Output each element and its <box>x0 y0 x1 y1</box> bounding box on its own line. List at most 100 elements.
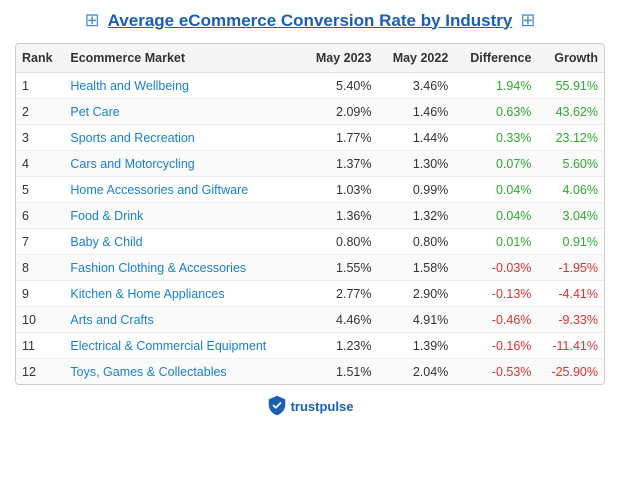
cell-may2023: 1.03% <box>301 177 378 203</box>
cell-difference: -0.16% <box>454 333 537 359</box>
cell-rank: 5 <box>16 177 64 203</box>
cell-market: Health and Wellbeing <box>64 73 300 99</box>
cell-rank: 8 <box>16 255 64 281</box>
cell-may2023: 1.37% <box>301 151 378 177</box>
market-link[interactable]: Toys, Games & Collectables <box>70 365 226 379</box>
shield-icon <box>267 395 287 417</box>
market-link[interactable]: Food & Drink <box>70 209 143 223</box>
cell-growth: -1.95% <box>537 255 604 281</box>
table-row: 3 Sports and Recreation 1.77% 1.44% 0.33… <box>16 125 604 151</box>
cell-market: Arts and Crafts <box>64 307 300 333</box>
col-growth: Growth <box>537 44 604 73</box>
table-row: 7 Baby & Child 0.80% 0.80% 0.01% 0.91% <box>16 229 604 255</box>
table-header-row: Rank Ecommerce Market May 2023 May 2022 … <box>16 44 604 73</box>
cell-may2022: 1.32% <box>377 203 454 229</box>
cell-may2023: 4.46% <box>301 307 378 333</box>
cell-market: Food & Drink <box>64 203 300 229</box>
cell-may2022: 4.91% <box>377 307 454 333</box>
cell-difference: 0.04% <box>454 177 537 203</box>
col-difference: Difference <box>454 44 537 73</box>
cell-may2022: 1.58% <box>377 255 454 281</box>
cell-may2023: 1.36% <box>301 203 378 229</box>
cell-may2022: 2.90% <box>377 281 454 307</box>
cell-may2022: 3.46% <box>377 73 454 99</box>
cell-difference: -0.46% <box>454 307 537 333</box>
cell-rank: 11 <box>16 333 64 359</box>
table-row: 10 Arts and Crafts 4.46% 4.91% -0.46% -9… <box>16 307 604 333</box>
cell-rank: 9 <box>16 281 64 307</box>
market-link[interactable]: Arts and Crafts <box>70 313 153 327</box>
cell-growth: -9.33% <box>537 307 604 333</box>
cell-may2023: 2.77% <box>301 281 378 307</box>
table-row: 4 Cars and Motorcycling 1.37% 1.30% 0.07… <box>16 151 604 177</box>
cell-growth: 0.91% <box>537 229 604 255</box>
cell-market: Toys, Games & Collectables <box>64 359 300 385</box>
cell-may2022: 2.04% <box>377 359 454 385</box>
brand-name: trustpulse <box>291 399 354 414</box>
cell-rank: 10 <box>16 307 64 333</box>
market-link[interactable]: Cars and Motorcycling <box>70 157 194 171</box>
cell-may2023: 0.80% <box>301 229 378 255</box>
cell-market: Kitchen & Home Appliances <box>64 281 300 307</box>
cell-may2023: 1.51% <box>301 359 378 385</box>
market-link[interactable]: Health and Wellbeing <box>70 79 189 93</box>
cell-may2022: 0.80% <box>377 229 454 255</box>
cell-may2022: 1.39% <box>377 333 454 359</box>
table-row: 12 Toys, Games & Collectables 1.51% 2.04… <box>16 359 604 385</box>
table-row: 9 Kitchen & Home Appliances 2.77% 2.90% … <box>16 281 604 307</box>
col-may2023: May 2023 <box>301 44 378 73</box>
cell-difference: 0.07% <box>454 151 537 177</box>
cell-difference: 0.63% <box>454 99 537 125</box>
cell-difference: -0.53% <box>454 359 537 385</box>
market-link[interactable]: Baby & Child <box>70 235 142 249</box>
cell-rank: 2 <box>16 99 64 125</box>
market-link[interactable]: Kitchen & Home Appliances <box>70 287 224 301</box>
cell-growth: 3.04% <box>537 203 604 229</box>
cell-rank: 12 <box>16 359 64 385</box>
page-title: Average eCommerce Conversion Rate by Ind… <box>108 11 513 31</box>
table-container: Rank Ecommerce Market May 2023 May 2022 … <box>15 43 605 385</box>
cell-may2023: 5.40% <box>301 73 378 99</box>
col-rank: Rank <box>16 44 64 73</box>
cell-rank: 1 <box>16 73 64 99</box>
cell-difference: 1.94% <box>454 73 537 99</box>
cell-may2022: 0.99% <box>377 177 454 203</box>
col-may2022: May 2022 <box>377 44 454 73</box>
table-row: 5 Home Accessories and Giftware 1.03% 0.… <box>16 177 604 203</box>
cell-market: Baby & Child <box>64 229 300 255</box>
cell-market: Home Accessories and Giftware <box>64 177 300 203</box>
cell-growth: -4.41% <box>537 281 604 307</box>
table-row: 2 Pet Care 2.09% 1.46% 0.63% 43.62% <box>16 99 604 125</box>
cell-growth: -11.41% <box>537 333 604 359</box>
cell-difference: -0.13% <box>454 281 537 307</box>
cell-growth: -25.90% <box>537 359 604 385</box>
cell-growth: 55.91% <box>537 73 604 99</box>
cell-market: Sports and Recreation <box>64 125 300 151</box>
market-link[interactable]: Fashion Clothing & Accessories <box>70 261 246 275</box>
cell-may2022: 1.44% <box>377 125 454 151</box>
cell-rank: 6 <box>16 203 64 229</box>
market-link[interactable]: Pet Care <box>70 105 119 119</box>
market-link[interactable]: Electrical & Commercial Equipment <box>70 339 266 353</box>
table-row: 6 Food & Drink 1.36% 1.32% 0.04% 3.04% <box>16 203 604 229</box>
cell-difference: 0.01% <box>454 229 537 255</box>
cell-may2023: 1.77% <box>301 125 378 151</box>
cell-growth: 23.12% <box>537 125 604 151</box>
title-container: ⊞ Average eCommerce Conversion Rate by I… <box>15 10 605 31</box>
table-row: 8 Fashion Clothing & Accessories 1.55% 1… <box>16 255 604 281</box>
cell-rank: 3 <box>16 125 64 151</box>
cell-rank: 7 <box>16 229 64 255</box>
cell-rank: 4 <box>16 151 64 177</box>
market-link[interactable]: Sports and Recreation <box>70 131 194 145</box>
cell-market: Cars and Motorcycling <box>64 151 300 177</box>
cell-may2022: 1.30% <box>377 151 454 177</box>
market-link[interactable]: Home Accessories and Giftware <box>70 183 248 197</box>
cell-may2022: 1.46% <box>377 99 454 125</box>
table-row: 1 Health and Wellbeing 5.40% 3.46% 1.94%… <box>16 73 604 99</box>
cell-may2023: 1.55% <box>301 255 378 281</box>
corner-icon-right: ⊞ <box>520 10 535 31</box>
cell-market: Electrical & Commercial Equipment <box>64 333 300 359</box>
corner-icon-left: ⊞ <box>85 10 100 31</box>
trustpulse-logo: trustpulse <box>267 395 354 417</box>
cell-growth: 43.62% <box>537 99 604 125</box>
